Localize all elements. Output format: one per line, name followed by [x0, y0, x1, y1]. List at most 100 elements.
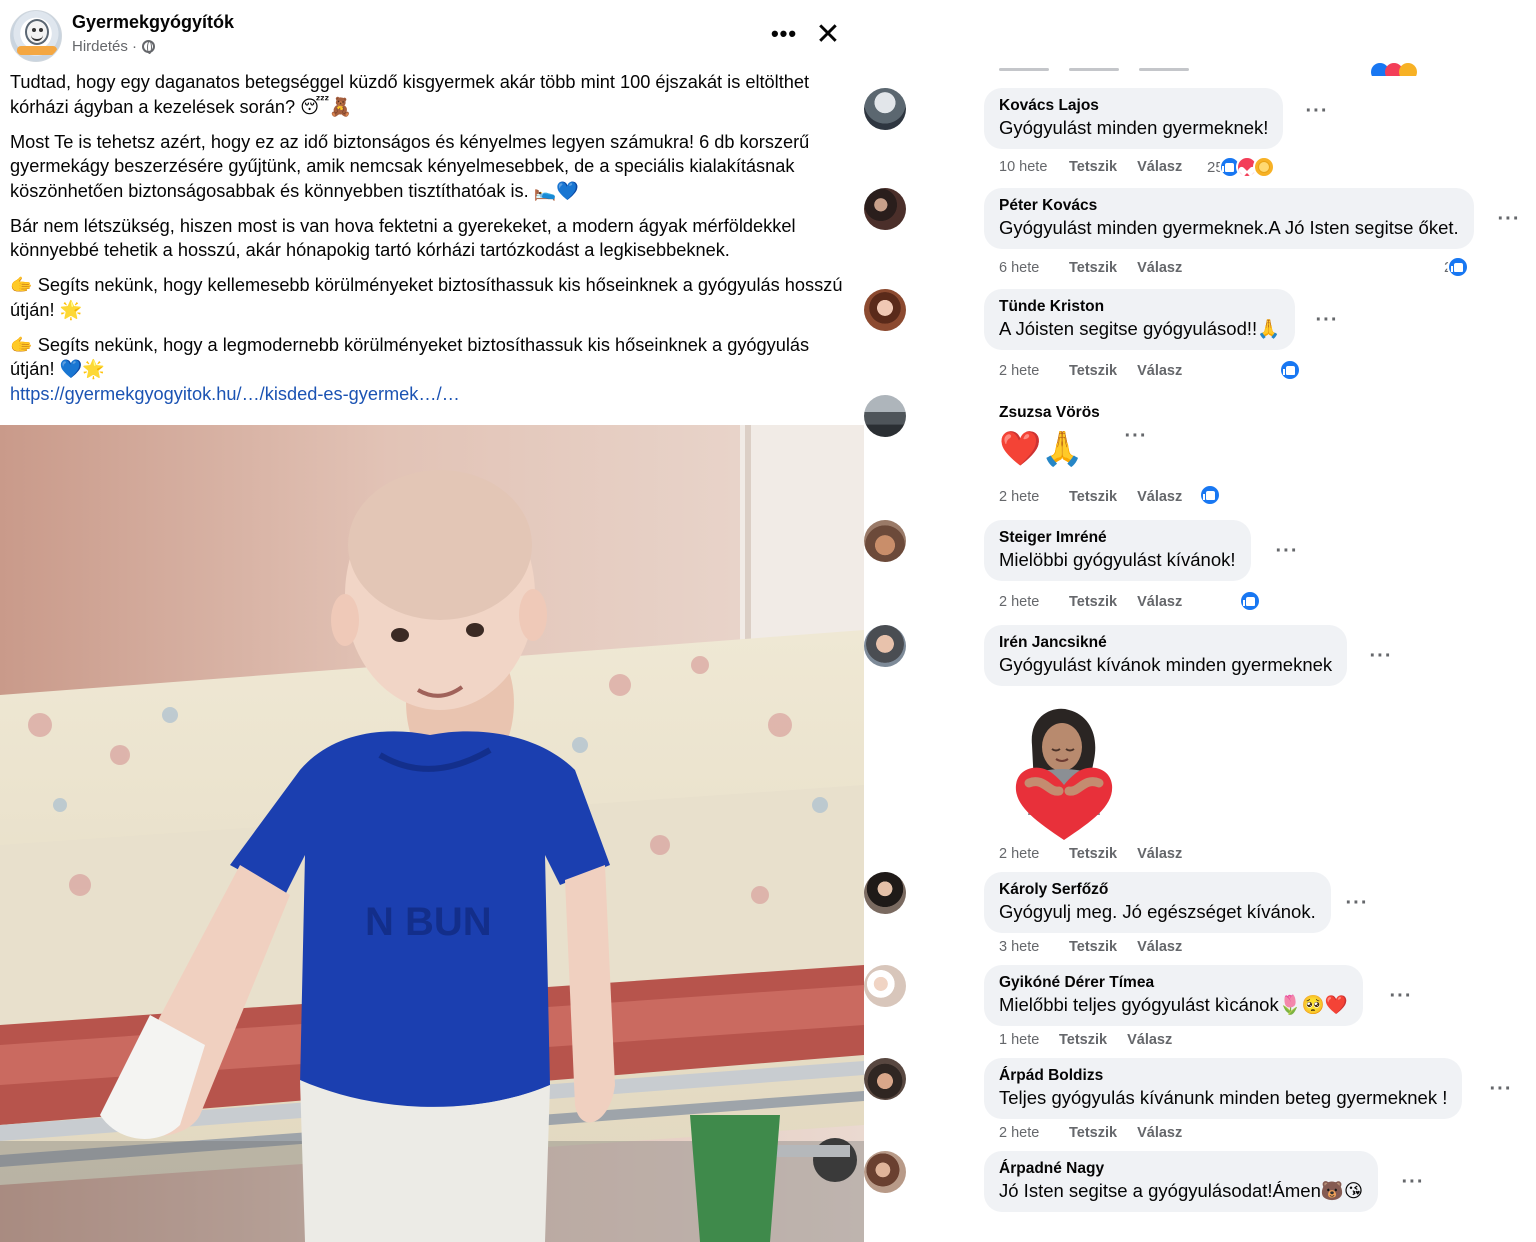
- comment-time[interactable]: 2 hete: [999, 363, 1069, 379]
- comment-time[interactable]: 6 hete: [999, 260, 1069, 276]
- comment-text: Teljes gyógyulás kívánunk minden beteg g…: [999, 1087, 1448, 1108]
- comment-more-icon[interactable]: ···: [1494, 209, 1524, 236]
- care-reaction-icon: [1252, 156, 1275, 178]
- reaction-summary[interactable]: [1236, 590, 1261, 612]
- comment-more-icon[interactable]: ···: [1486, 1079, 1516, 1106]
- post-header: Gyermekgyógyítók Hirdetés · ••• ✕: [10, 10, 854, 62]
- comment-author[interactable]: Irén Jancsikné: [999, 633, 1332, 653]
- comment-author[interactable]: Tünde Kriston: [999, 297, 1280, 317]
- avatar[interactable]: [864, 520, 906, 562]
- comment-author[interactable]: Árpadné Nagy: [999, 1159, 1363, 1179]
- reply-button[interactable]: Válasz: [1137, 846, 1182, 862]
- post-paragraph: 🫱 Segíts nekünk, hogy a legmodernebb kör…: [10, 334, 810, 380]
- child-photo-illustration: N BUN: [0, 425, 864, 1242]
- comment-author[interactable]: Károly Serfőző: [999, 880, 1316, 900]
- avatar[interactable]: [864, 88, 906, 130]
- like-reaction-icon: [1279, 359, 1301, 381]
- post-photo[interactable]: N BUN: [0, 425, 864, 1242]
- svg-text:N BUN: N BUN: [365, 900, 492, 944]
- avatar[interactable]: [864, 1058, 906, 1100]
- reply-button[interactable]: Válasz: [1137, 489, 1182, 505]
- reply-button[interactable]: Válasz: [1137, 260, 1182, 276]
- like-button[interactable]: Tetszik: [1069, 159, 1117, 175]
- comment-more-icon[interactable]: ···: [1121, 426, 1151, 453]
- like-button[interactable]: Tetszik: [1069, 939, 1117, 955]
- comment-bubble: Károly Serfőző Gyógyulj meg. Jó egészség…: [984, 872, 1331, 933]
- comment-bubble: Kovács Lajos Gyógyulást minden gyermekne…: [984, 88, 1284, 149]
- comment-time[interactable]: 3 hete: [999, 939, 1069, 955]
- reaction-summary[interactable]: 25: [1207, 156, 1275, 178]
- comment-author[interactable]: Árpád Boldizs: [999, 1066, 1447, 1086]
- comment-text: Gyógyulást minden gyermeknek.A Jó Isten …: [999, 217, 1459, 238]
- reply-button[interactable]: Válasz: [1137, 363, 1182, 379]
- reaction-summary[interactable]: [1196, 484, 1221, 506]
- comment-text: Gyógyulj meg. Jó egészséget kívánok.: [999, 901, 1316, 922]
- comment-time[interactable]: 1 hete: [999, 1032, 1059, 1048]
- reaction-summary[interactable]: 2: [1444, 256, 1470, 278]
- post-meta: Hirdetés ·: [72, 38, 156, 55]
- comment-author[interactable]: Kovács Lajos: [999, 96, 1268, 116]
- comment-more-icon[interactable]: ···: [1366, 646, 1396, 673]
- reply-button[interactable]: Válasz: [1137, 594, 1182, 610]
- post-paragraph: Bár nem létszükség, hiszen most is van h…: [10, 215, 796, 261]
- page-avatar[interactable]: [10, 10, 62, 62]
- like-button[interactable]: Tetszik: [1069, 846, 1117, 862]
- like-reaction-icon: [1199, 484, 1221, 506]
- comment-bubble: Tünde Kriston A Jóisten segitse gyógyulá…: [984, 289, 1296, 350]
- avatar[interactable]: [864, 1151, 906, 1193]
- like-button[interactable]: Tetszik: [1069, 1125, 1117, 1141]
- comment-bubble: Irén Jancsikné Gyógyulást kívánok minden…: [984, 625, 1348, 686]
- like-button[interactable]: Tetszik: [1059, 1032, 1107, 1048]
- comment-more-icon[interactable]: ···: [1272, 541, 1302, 568]
- post-link[interactable]: https://gyermekgyogyitok.hu/…/kisded-es-…: [10, 382, 460, 407]
- comment-more-icon[interactable]: ···: [1386, 986, 1416, 1013]
- avatar[interactable]: [864, 872, 906, 914]
- post-paragraph: Tudtad, hogy egy daganatos betegséggel k…: [10, 72, 810, 117]
- like-button[interactable]: Tetszik: [1069, 489, 1117, 505]
- comment-author[interactable]: Péter Kovács: [999, 196, 1459, 216]
- page-name[interactable]: Gyermekgyógyítók: [72, 12, 234, 33]
- comment-text: Jó Isten segitse a gyógyulásodat!Ámen🐻😘: [999, 1180, 1364, 1201]
- heart-hug-sticker[interactable]: [1004, 705, 1124, 845]
- comments-panel[interactable]: Kovács Lajos Gyógyulást minden gyermekne…: [864, 0, 1536, 1242]
- reply-button[interactable]: Válasz: [1137, 1125, 1182, 1141]
- comment-bubble: Árpád Boldizs Teljes gyógyulás kívánunk …: [984, 1058, 1463, 1119]
- comment-more-icon[interactable]: ···: [1302, 101, 1332, 128]
- reply-button[interactable]: Válasz: [1137, 159, 1182, 175]
- comment-more-icon[interactable]: ···: [1342, 893, 1372, 920]
- post-text: Tudtad, hogy egy daganatos betegséggel k…: [10, 70, 856, 406]
- comment-body: Zsuzsa Vörös ❤️🙏: [999, 403, 1100, 469]
- comment-text: A Jóisten segitse gyógyulásod!!🙏: [999, 318, 1281, 339]
- reply-button[interactable]: Válasz: [1127, 1032, 1172, 1048]
- reaction-summary[interactable]: [1276, 359, 1301, 381]
- like-button[interactable]: Tetszik: [1069, 260, 1117, 276]
- comment-more-icon[interactable]: ···: [1398, 1172, 1428, 1199]
- comment-time[interactable]: 10 hete: [999, 159, 1069, 175]
- avatar[interactable]: [864, 188, 906, 230]
- comment-author[interactable]: Zsuzsa Vörös: [999, 403, 1100, 423]
- close-button[interactable]: ✕: [810, 16, 846, 52]
- comment-actions: 2 hete Tetszik Válasz: [999, 594, 1206, 610]
- globe-icon: [142, 40, 156, 54]
- comment-actions: 6 hete Tetszik Válasz: [999, 260, 1206, 276]
- comment-bubble: Árpadné Nagy Jó Isten segitse a gyógyulá…: [984, 1151, 1379, 1212]
- like-button[interactable]: Tetszik: [1069, 594, 1117, 610]
- reply-button[interactable]: Válasz: [1137, 939, 1182, 955]
- more-options-button[interactable]: •••: [766, 16, 802, 52]
- comment-time[interactable]: 2 hete: [999, 489, 1069, 505]
- avatar[interactable]: [864, 625, 906, 667]
- comment-actions: 10 hete Tetszik Válasz: [999, 159, 1206, 175]
- comment-actions: 1 hete Tetszik Válasz: [999, 1032, 1196, 1048]
- comment-bubble: Steiger Imréné Mielöbbi gyógyulást kíván…: [984, 520, 1251, 581]
- comment-time[interactable]: 2 hete: [999, 594, 1069, 610]
- comment-author[interactable]: Gyikóné Dérer Tímea: [999, 973, 1348, 993]
- like-button[interactable]: Tetszik: [1069, 363, 1117, 379]
- avatar[interactable]: [864, 395, 906, 437]
- comment-time[interactable]: 2 hete: [999, 846, 1069, 862]
- comment-text: ❤️🙏: [999, 430, 1084, 468]
- avatar[interactable]: [864, 289, 906, 331]
- comment-more-icon[interactable]: ···: [1312, 310, 1342, 337]
- avatar[interactable]: [864, 965, 906, 1007]
- comment-author[interactable]: Steiger Imréné: [999, 528, 1236, 548]
- comment-time[interactable]: 2 hete: [999, 1125, 1069, 1141]
